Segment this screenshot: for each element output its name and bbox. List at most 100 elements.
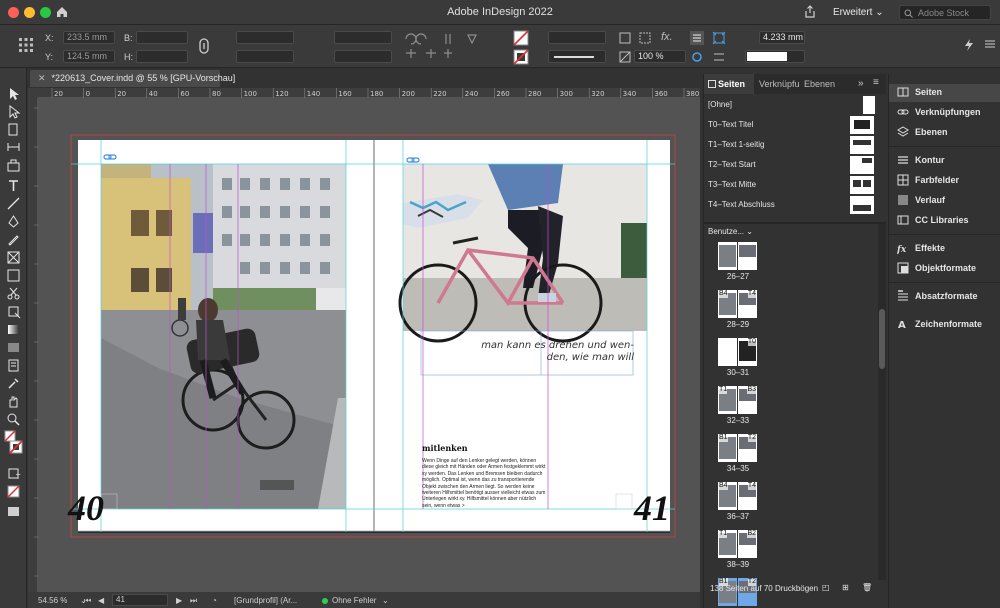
spread-label[interactable]: 32–33	[708, 416, 768, 425]
pull-quote[interactable]: man kann es drehen und wen- den, wie man…	[458, 340, 634, 364]
zoom-tool-icon[interactable]	[6, 412, 21, 427]
rectangle-tool-icon[interactable]	[6, 268, 21, 283]
lightning-icon[interactable]	[963, 38, 975, 52]
fit-frame-icon[interactable]	[618, 31, 632, 45]
rotation-angle-field[interactable]	[334, 31, 392, 44]
previous-page-icon[interactable]: ◀	[98, 596, 104, 605]
tab-pages[interactable]: Seiten	[718, 79, 745, 89]
vertical-ruler[interactable]	[28, 98, 38, 592]
adobe-stock-search[interactable]: Adobe Stock	[899, 5, 991, 20]
body-text[interactable]: Wenn Dinge auf den Lenker gelegt werden,…	[422, 458, 546, 510]
free-transform-tool-icon[interactable]	[6, 304, 21, 319]
eyedropper-tool-icon[interactable]	[6, 376, 21, 391]
spread-label[interactable]: 38–39	[708, 560, 768, 569]
spread-label[interactable]: 34–35	[708, 464, 768, 473]
page-size-icon[interactable]: ◰	[822, 583, 830, 592]
shear-angle-field[interactable]	[334, 50, 392, 63]
share-icon[interactable]	[803, 5, 817, 19]
dock-gradient[interactable]: Verlauf	[897, 192, 997, 210]
pasteboard[interactable]: man kann es drehen und wen- den, wie man…	[38, 98, 700, 592]
dock-character-styles[interactable]: A Zeichenformate	[897, 316, 997, 334]
selection-tool-icon[interactable]	[6, 86, 21, 101]
stroke-type-field[interactable]	[548, 50, 606, 63]
spread-thumbnail[interactable]: B1 T2	[718, 434, 758, 462]
fill-none-swatch-icon[interactable]	[513, 30, 529, 46]
frame-fitting-icon[interactable]	[712, 31, 726, 45]
height-field[interactable]	[136, 50, 188, 63]
spread-label[interactable]: 26–27	[708, 272, 768, 281]
constrain-proportions-icon[interactable]	[198, 38, 210, 54]
gradient-tool-icon[interactable]	[6, 322, 21, 337]
rectangle-frame-tool-icon[interactable]	[6, 250, 21, 265]
apply-none-icon[interactable]	[6, 484, 21, 499]
x-position-field[interactable]: 233.5 mm	[63, 31, 115, 44]
spread-left-page[interactable]: B4	[718, 290, 737, 318]
formatting-affects-container-icon[interactable]: T	[6, 466, 21, 481]
note-tool-icon[interactable]	[6, 358, 21, 373]
tab-links[interactable]: Verknüpfu	[759, 79, 800, 89]
direct-selection-tool-icon[interactable]	[6, 104, 21, 119]
workspace-switcher[interactable]: Erweitert ⌄	[833, 7, 884, 18]
spread-left-page[interactable]	[718, 242, 737, 270]
collapse-panel-icon[interactable]: »	[858, 78, 864, 89]
stroke-none-swatch-icon[interactable]	[513, 49, 529, 65]
master-t3[interactable]: T3–Text Mitte	[708, 176, 878, 194]
spread-right-page[interactable]: T4	[738, 290, 757, 318]
spread-thumbnail[interactable]: T0	[718, 338, 758, 366]
line-tool-icon[interactable]	[6, 196, 21, 211]
spread-thumbnail[interactable]: B4 T4	[718, 482, 758, 510]
scale-x-field[interactable]	[236, 31, 294, 44]
spread-view-icon[interactable]: ◔	[212, 596, 217, 605]
spread-thumbnail[interactable]: T1 B2	[718, 530, 758, 558]
ruler-origin[interactable]	[28, 88, 38, 98]
new-page-icon[interactable]: ⊞	[842, 583, 849, 592]
width-field[interactable]	[136, 31, 188, 44]
style-select[interactable]	[745, 50, 805, 63]
spread-right-page[interactable]: T2	[738, 434, 757, 462]
text-wrap-icon[interactable]	[690, 31, 704, 45]
left-page-number[interactable]: 40	[68, 490, 104, 526]
page-tool-icon[interactable]	[6, 122, 21, 137]
dock-effects[interactable]: fx Effekte	[897, 240, 997, 258]
spread-right-page[interactable]	[738, 242, 757, 270]
fill-stroke-swatch-icon[interactable]	[4, 430, 24, 460]
spread-right-page[interactable]: B3	[738, 386, 757, 414]
stroke-value-field[interactable]: 4.233 mm	[759, 31, 805, 44]
content-collector-icon[interactable]	[6, 158, 21, 173]
spread-label[interactable]: 28–29	[708, 320, 768, 329]
master-t1[interactable]: T1–Text 1-seitig	[708, 136, 878, 154]
master-t2[interactable]: T2–Text Start	[708, 156, 878, 174]
next-page-icon[interactable]: ▶	[176, 596, 182, 605]
pages-scrollbar[interactable]	[878, 224, 886, 580]
spread-right-page[interactable]: T4	[738, 482, 757, 510]
chevron-down-icon[interactable]: ⌄	[382, 596, 389, 605]
dock-stroke[interactable]: Kontur	[897, 152, 997, 170]
tab-layers[interactable]: Ebenen	[804, 79, 835, 89]
last-page-icon[interactable]: ⏭	[190, 596, 197, 606]
body-heading[interactable]: mitlenken	[422, 443, 468, 453]
dock-object-styles[interactable]: Objektformate	[897, 260, 997, 278]
master-t4[interactable]: T4–Text Abschluss	[708, 196, 878, 214]
horizontal-ruler[interactable]: 20 0 20 40 60 80 100 120 140 160 180 200 220 240 260 28…	[38, 88, 731, 98]
right-photo-frame[interactable]	[398, 164, 647, 343]
scissors-tool-icon[interactable]	[6, 286, 21, 301]
spread-left-page[interactable]: B4	[718, 482, 737, 510]
reference-point-icon[interactable]	[18, 37, 34, 53]
type-tool-icon[interactable]	[6, 178, 21, 193]
spread-left-page[interactable]: T1	[718, 530, 737, 558]
dock-paragraph-styles[interactable]: Absatzformate	[897, 288, 997, 306]
first-page-icon[interactable]: ⏮	[84, 596, 91, 606]
stroke-weight-field[interactable]	[548, 31, 606, 44]
spread-thumbnail[interactable]	[718, 242, 758, 270]
spread-thumbnail[interactable]: B4 T4	[718, 290, 758, 318]
gap-tool-icon[interactable]	[6, 140, 21, 155]
document-tab[interactable]: ✕ *220613_Cover.indd @ 55 % [GPU-Vorschau…	[30, 70, 235, 87]
dock-swatches[interactable]: Farbfelder	[897, 172, 997, 190]
spread-label[interactable]: 30–31	[708, 368, 768, 377]
corner-options-icon[interactable]	[638, 31, 652, 45]
right-page-number[interactable]: 41	[634, 490, 670, 526]
opacity-field[interactable]: 100 %	[634, 50, 686, 63]
effects-fx-icon[interactable]: fx.	[661, 31, 673, 43]
master-none[interactable]: [Ohne]	[708, 96, 878, 114]
close-tab-icon[interactable]: ✕	[38, 73, 46, 83]
